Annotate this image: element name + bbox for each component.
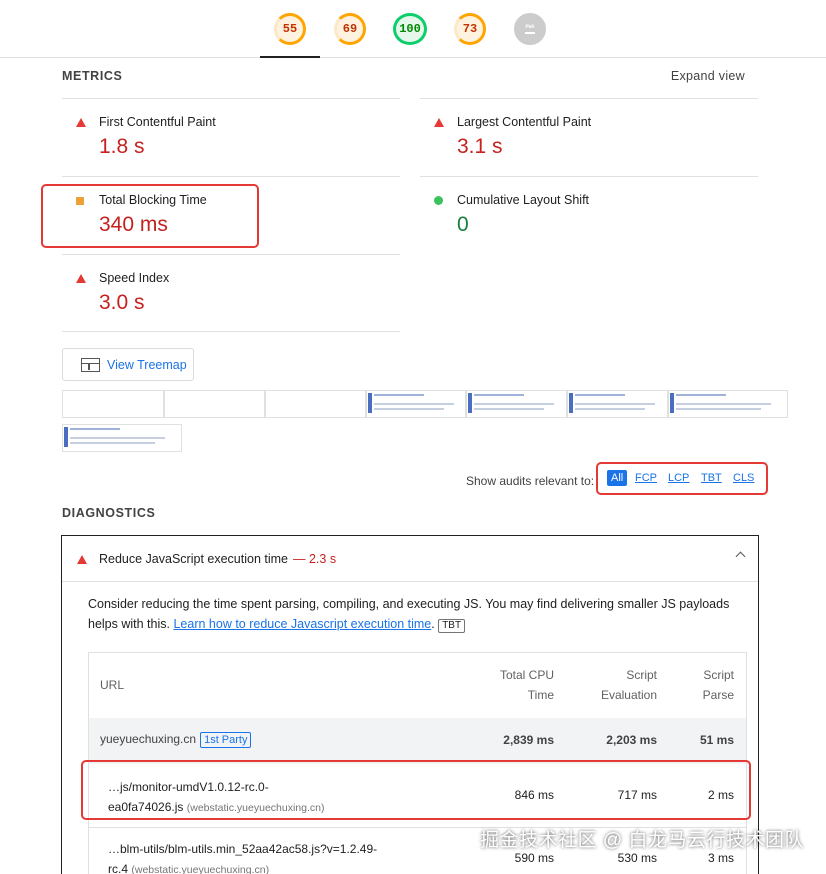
show-audits-label: Show audits relevant to: xyxy=(466,474,595,488)
treemap-label: View Treemap xyxy=(107,357,187,372)
audit-title: Reduce JavaScript execution time xyxy=(99,552,288,566)
active-gauge-indicator xyxy=(260,56,320,58)
tbt-tag: TBT xyxy=(438,619,466,633)
diagnostics-title: DIAGNOSTICS xyxy=(62,506,156,520)
filmstrip-frame xyxy=(668,390,788,418)
col-script-eval: Script Evaluation xyxy=(601,665,657,705)
metric-value: 3.1 s xyxy=(457,135,503,158)
treemap-icon xyxy=(81,357,100,372)
audit-savings: — 2.3 s xyxy=(293,552,337,566)
metric-label: Cumulative Layout Shift xyxy=(457,193,590,207)
party-cell: yueyuechuxing.cn 1st Party xyxy=(100,732,252,748)
metric-value: 3.0 s xyxy=(99,291,145,314)
party-parse: 51 ms xyxy=(699,733,734,747)
pwa-gauge[interactable]: PWA xyxy=(514,13,546,45)
learn-more-link[interactable]: Learn how to reduce Javascript execution… xyxy=(173,617,431,631)
table-row-party: yueyuechuxing.cn 1st Party 2,839 ms 2,203… xyxy=(89,718,746,764)
row-url-line1: …blm-utils/blm-utils.min_52aa42ac58.js?v… xyxy=(108,842,378,856)
col-script-parse: Script Parse xyxy=(703,665,734,705)
metrics-title: METRICS xyxy=(62,69,123,83)
metric-label: Largest Contentful Paint xyxy=(457,115,592,129)
fail-triangle-icon xyxy=(77,555,87,564)
party-badge: 1st Party xyxy=(200,732,252,748)
col-total-cpu-line2: Time xyxy=(527,688,554,702)
seo-gauge[interactable]: 73 xyxy=(454,13,486,45)
col-total-cpu: Total CPU Time xyxy=(500,665,554,705)
fail-triangle-icon xyxy=(76,118,86,127)
tbt-highlight-annotation xyxy=(41,184,259,248)
pwa-dash-icon xyxy=(525,31,535,34)
filmstrip-frame xyxy=(164,390,265,418)
metric-fcp: First Contentful Paint 1.8 s xyxy=(62,98,400,176)
col-total-cpu-line1: Total CPU xyxy=(499,668,554,682)
gauge-score: 55 xyxy=(282,22,298,36)
audit-reduce-js-execution: Reduce JavaScript execution time — 2.3 s… xyxy=(61,535,759,874)
metric-label: First Contentful Paint xyxy=(99,115,216,129)
party-name: yueyuechuxing.cn xyxy=(100,732,197,746)
col-script-eval-line1: Script xyxy=(626,668,657,682)
gauge-score: 73 xyxy=(462,22,478,36)
filmstrip-frame xyxy=(366,390,466,418)
metric-value: 0 xyxy=(457,213,469,236)
party-eval: 2,203 ms xyxy=(606,733,657,747)
performance-gauge[interactable]: 55 xyxy=(274,13,306,45)
filmstrip-frame xyxy=(62,424,182,452)
metric-speed-index: Speed Index 3.0 s xyxy=(62,254,400,332)
expand-view-button[interactable]: Expand view xyxy=(671,69,745,83)
row-highlight-annotation xyxy=(81,760,751,820)
audit-description: Consider reducing the time spent parsing… xyxy=(88,597,730,633)
metric-cls: Cumulative Layout Shift 0 xyxy=(420,176,758,254)
gauge-score: 69 xyxy=(342,22,358,36)
best-practices-gauge[interactable]: 100 xyxy=(393,13,427,45)
metric-lcp: Largest Contentful Paint 3.1 s xyxy=(420,98,758,176)
filmstrip-frame xyxy=(466,390,567,418)
chevron-up-icon[interactable] xyxy=(735,551,746,562)
filmstrip-frame xyxy=(62,390,164,418)
row-url[interactable]: …blm-utils/blm-utils.min_52aa42ac58.js?v… xyxy=(108,839,377,874)
fail-triangle-icon xyxy=(76,274,86,283)
gauge-score: 100 xyxy=(399,22,421,36)
col-script-parse-line2: Parse xyxy=(702,688,734,702)
score-gauge-bar: 55 69 100 73 PWA xyxy=(0,0,826,58)
metric-label: Speed Index xyxy=(99,271,170,285)
pass-circle-icon xyxy=(434,196,443,205)
row-eval: 530 ms xyxy=(617,851,657,865)
watermark-text: 掘金技术社区 @ 白龙马云行技术团队 xyxy=(480,830,804,851)
row-url-line2: rc.4 xyxy=(108,862,129,874)
metric-value: 1.8 s xyxy=(99,135,145,158)
accessibility-gauge[interactable]: 69 xyxy=(334,13,366,45)
view-treemap-button[interactable]: View Treemap xyxy=(62,348,194,381)
row-cpu: 590 ms xyxy=(514,851,554,865)
col-url: URL xyxy=(100,678,125,692)
party-cpu: 2,839 ms xyxy=(503,733,554,747)
filter-highlight-annotation xyxy=(596,462,768,495)
col-script-eval-line2: Evaluation xyxy=(600,688,657,702)
pwa-label: PWA xyxy=(525,23,535,30)
row-host: (webstatic.yueyuechuxing.cn) xyxy=(131,864,270,874)
fail-triangle-icon xyxy=(434,118,444,127)
audit-header[interactable]: Reduce JavaScript execution time — 2.3 s xyxy=(62,536,758,582)
filmstrip-frame xyxy=(567,390,668,418)
filmstrip-frame xyxy=(265,390,366,418)
col-script-parse-line1: Script xyxy=(703,668,734,682)
row-parse: 3 ms xyxy=(707,851,734,865)
